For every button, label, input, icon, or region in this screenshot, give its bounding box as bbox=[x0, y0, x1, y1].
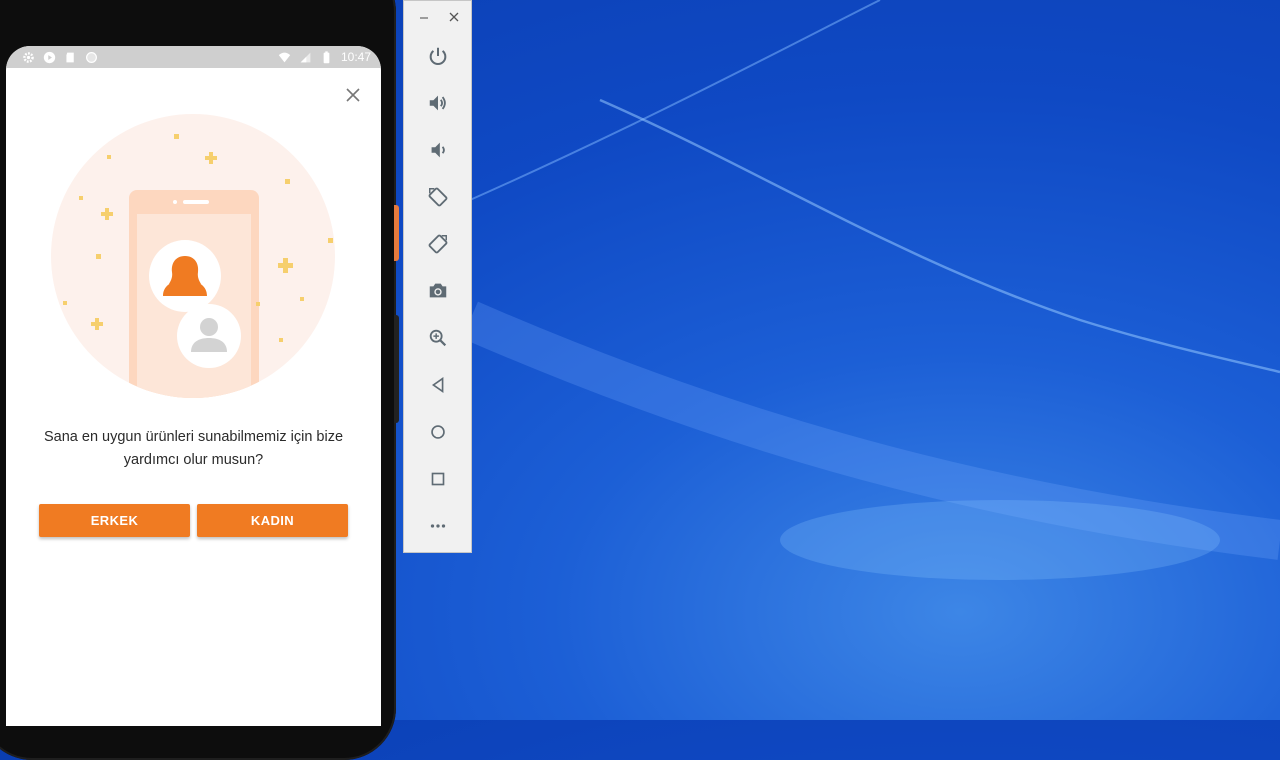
volume-up-button[interactable] bbox=[424, 89, 452, 117]
volume-down-icon bbox=[431, 142, 445, 158]
rotate-left-button[interactable] bbox=[424, 183, 452, 211]
close-icon[interactable] bbox=[344, 86, 362, 104]
overview-button[interactable] bbox=[424, 465, 452, 493]
battery-icon bbox=[323, 50, 330, 63]
emulator-toolbar bbox=[403, 0, 472, 553]
gender-illustration bbox=[51, 114, 335, 398]
camera-icon bbox=[429, 283, 447, 298]
more-icon bbox=[430, 524, 446, 528]
phone-screen: 10:47 Sana en uygun ürünleri sunabilmemi… bbox=[6, 46, 381, 726]
rotate-right-icon bbox=[428, 234, 448, 254]
rotate-right-button[interactable] bbox=[424, 230, 452, 258]
rotate-left-icon bbox=[428, 187, 448, 207]
power-button[interactable] bbox=[424, 42, 452, 70]
phone-volume-key[interactable] bbox=[394, 315, 399, 423]
erkek-button[interactable]: ERKEK bbox=[39, 504, 190, 537]
settings-icon bbox=[23, 51, 34, 63]
volume-down-button[interactable] bbox=[424, 136, 452, 164]
zoom-icon bbox=[429, 329, 447, 347]
power-icon bbox=[429, 47, 447, 65]
circle-icon bbox=[86, 51, 97, 63]
status-bar-right: 10:47 bbox=[278, 50, 371, 64]
more-button[interactable] bbox=[424, 512, 452, 540]
zoom-button[interactable] bbox=[424, 324, 452, 352]
gender-question-text: Sana en uygun ürünleri sunabilmemiz için… bbox=[43, 429, 344, 468]
close-icon[interactable] bbox=[447, 10, 461, 24]
sd-card-icon bbox=[66, 52, 74, 62]
wifi-icon bbox=[278, 52, 291, 62]
home-icon bbox=[431, 425, 445, 439]
status-bar-left bbox=[22, 51, 98, 64]
play-icon bbox=[43, 51, 56, 63]
toolbar-window-controls bbox=[404, 9, 471, 27]
home-button[interactable] bbox=[424, 418, 452, 446]
status-bar: 10:47 bbox=[6, 46, 381, 68]
back-button[interactable] bbox=[424, 371, 452, 399]
signal-icon bbox=[300, 52, 311, 62]
minimize-icon[interactable] bbox=[418, 10, 430, 24]
screenshot-button[interactable] bbox=[424, 277, 452, 305]
overview-icon bbox=[431, 472, 445, 486]
clock: 10:47 bbox=[340, 50, 371, 64]
volume-up-icon bbox=[429, 95, 446, 111]
phone-power-key[interactable] bbox=[394, 205, 399, 261]
back-icon bbox=[431, 376, 444, 394]
kadin-button[interactable]: KADIN bbox=[197, 504, 348, 537]
